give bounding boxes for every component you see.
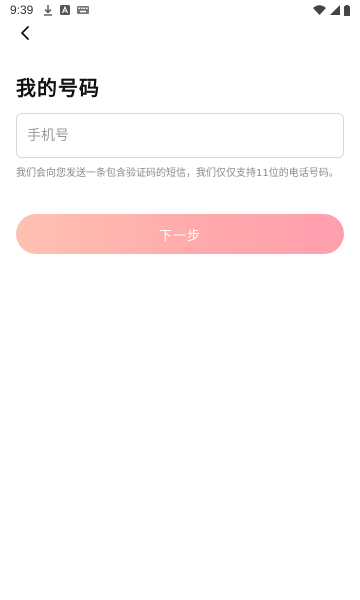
signal-icon	[330, 5, 340, 15]
status-bar: 9:39	[0, 0, 360, 20]
app-a-icon	[60, 5, 71, 15]
chevron-left-icon	[18, 25, 32, 45]
back-button[interactable]	[12, 22, 38, 48]
battery-icon	[344, 4, 350, 16]
download-icon	[43, 4, 53, 16]
keyboard-icon	[77, 6, 90, 14]
status-time: 9:39	[10, 3, 34, 17]
next-step-button[interactable]: 下一步	[16, 214, 344, 254]
wifi-icon	[313, 5, 326, 15]
page-title: 我的号码	[16, 76, 100, 100]
sms-hint-text: 我们会向您发送一条包含验证码的短信，我们仅仅支持11位的电话号码。	[16, 168, 339, 179]
phone-input-container[interactable]	[16, 113, 344, 158]
status-right-icons	[313, 4, 350, 16]
phone-number-input[interactable]	[25, 126, 335, 145]
status-left-icons	[43, 4, 90, 16]
